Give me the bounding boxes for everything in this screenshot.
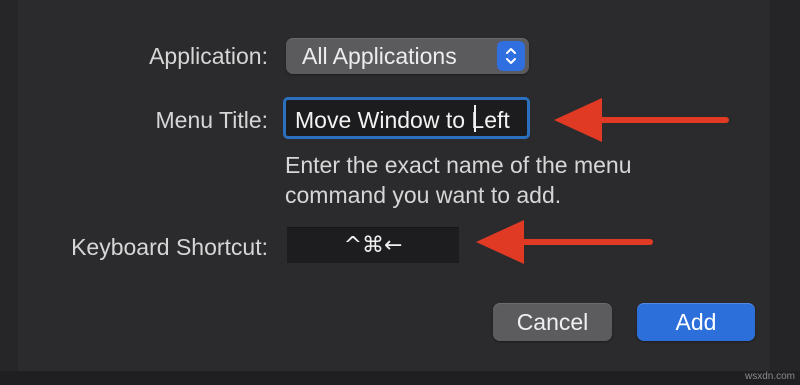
watermark: wsxdn.com [744,371,795,382]
menu-title-field[interactable]: Move Window to Left [283,97,530,139]
left-arrow-icon [554,98,729,142]
application-popup-button[interactable]: All Applications [286,38,529,74]
chevron-up-down-icon [497,41,525,71]
text-caret [474,105,476,132]
keyboard-shortcut-field[interactable]: ^⌘← [287,227,459,263]
background-window-edge-left [0,0,18,385]
add-shortcut-sheet: Application: All Applications Menu Title… [0,0,800,385]
cancel-button[interactable]: Cancel [493,303,612,341]
menu-title-help-text: Enter the exact name of the menu command… [285,152,632,208]
application-popup-value: All Applications [302,43,457,69]
menu-title-value: Move Window to Left [295,107,510,133]
keyboard-shortcut-label: Keyboard Shortcut: [71,234,268,260]
add-button[interactable]: Add [637,303,755,341]
background-window-edge-bottom [0,371,800,385]
background-window-edge-right [770,0,800,385]
menu-title-label: Menu Title: [155,107,269,133]
left-arrow-icon [476,220,653,264]
application-label: Application: [149,43,268,69]
